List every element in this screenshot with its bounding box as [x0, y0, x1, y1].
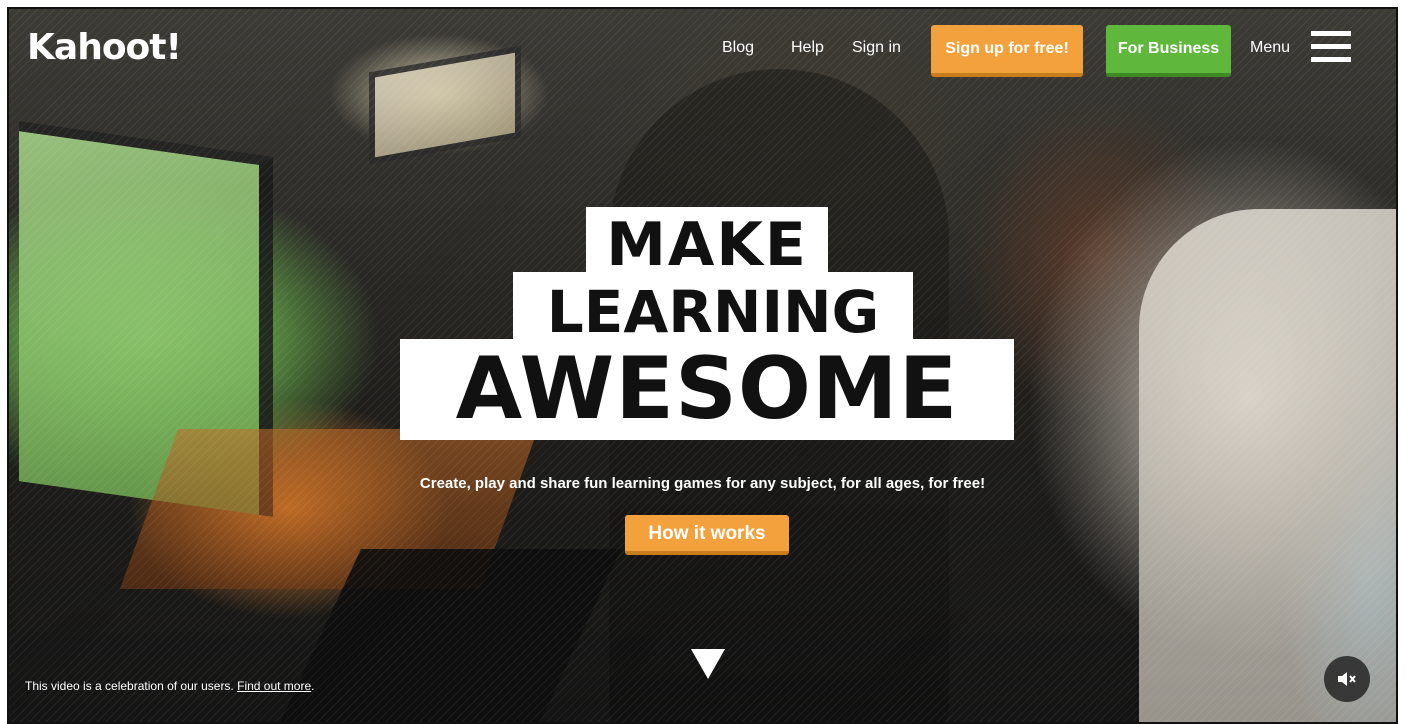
- kahoot-logo[interactable]: Kahoot!: [27, 27, 182, 68]
- nav-sign-in-link[interactable]: Sign in: [852, 39, 901, 57]
- speaker-muted-icon: [1338, 672, 1356, 686]
- video-caption: This video is a celebration of our users…: [25, 679, 315, 693]
- hamburger-icon[interactable]: [1311, 31, 1351, 67]
- menu-label[interactable]: Menu: [1250, 39, 1290, 57]
- site-header: Kahoot! Blog Help Sign in Sign up for fr…: [9, 9, 1396, 99]
- mute-icon[interactable]: [1324, 656, 1370, 702]
- video-caption-text: This video is a celebration of our users…: [25, 679, 238, 693]
- nav-help-link[interactable]: Help: [791, 39, 824, 57]
- how-it-works-button[interactable]: How it works: [625, 515, 789, 555]
- hero-tagline: Create, play and share fun learning game…: [419, 475, 986, 492]
- for-business-button[interactable]: For Business: [1106, 25, 1231, 77]
- sign-up-button[interactable]: Sign up for free!: [931, 25, 1083, 77]
- down-arrow-icon[interactable]: [691, 649, 725, 679]
- headline-awesome: AWESOME: [400, 339, 1014, 440]
- headline-make: MAKE: [586, 207, 828, 282]
- nav-blog-link[interactable]: Blog: [722, 39, 754, 57]
- find-out-more-link[interactable]: Find out more: [237, 679, 311, 693]
- browser-frame: Kahoot! Blog Help Sign in Sign up for fr…: [7, 7, 1398, 724]
- video-caption-period: .: [311, 679, 315, 693]
- hero-headline: MAKE LEARNING AWESOME: [9, 9, 1396, 722]
